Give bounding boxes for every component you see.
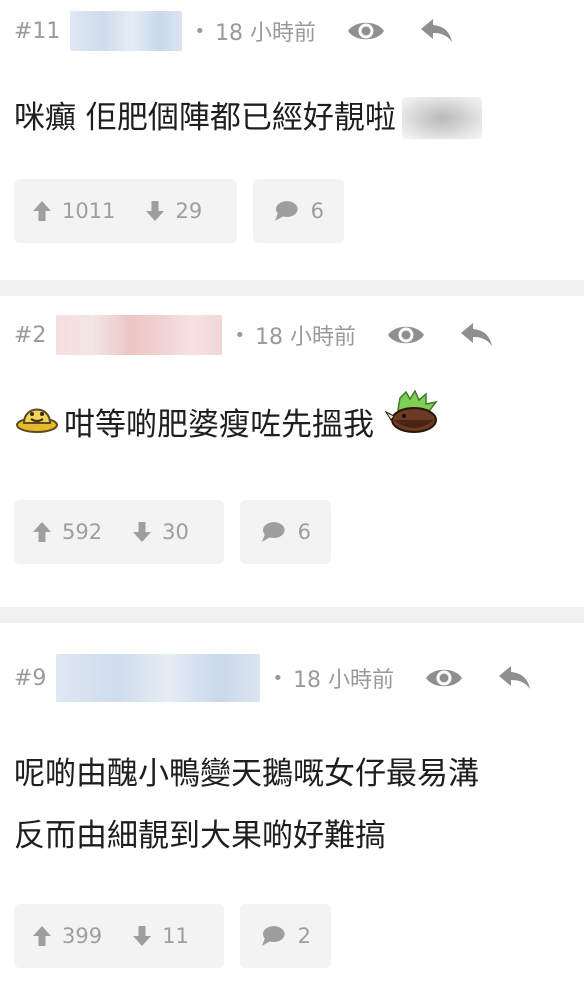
comment-time: 18 小時前 [215, 21, 317, 46]
thumbs-up-arrow-icon [33, 201, 51, 221]
separator-dot: • [272, 667, 284, 689]
comment-card: #11 • 18 小時前 咪癲 佢肥個陣都已經好靚啦 1011 29 6 [0, 0, 584, 280]
smiley-emoji-icon [14, 395, 60, 454]
thumbs-down-arrow-icon [146, 201, 165, 221]
reply-icon[interactable] [420, 18, 454, 44]
comment-line: 咪癲 佢肥個陣都已經好靚啦 [14, 89, 570, 147]
reply-count-button[interactable]: 2 [240, 904, 331, 968]
comment-body: 咪癲 佢肥個陣都已經好靚啦 [14, 89, 570, 147]
thumbs-down-arrow-icon [133, 926, 152, 946]
comment-number[interactable]: #9 [14, 666, 46, 691]
comment-bubble-icon [274, 201, 298, 221]
post-separator [0, 607, 584, 623]
blurred-username[interactable] [70, 11, 183, 51]
comment-body: 呢啲由醜小鴨變天鵝嘅女仔最易溝 反而由細靚到大果啲好難搞 [14, 743, 570, 867]
blurred-username[interactable] [56, 315, 223, 355]
downvote-count: 11 [162, 924, 189, 948]
upvote-button[interactable]: 399 [32, 924, 102, 948]
comment-time: 18 小時前 [255, 325, 357, 350]
reply-icon[interactable] [498, 665, 532, 691]
separator-dot: • [194, 20, 206, 42]
reply-icon[interactable] [460, 322, 494, 348]
comment-actions: 592 30 6 [14, 500, 570, 564]
vote-group: 592 30 [14, 500, 224, 564]
comment-meta: #9 • 18 小時前 [14, 623, 570, 733]
reply-count: 6 [297, 520, 311, 544]
eye-icon[interactable] [386, 322, 426, 348]
comment-time: 18 小時前 [293, 668, 395, 693]
comment-card: #2 • 18 小時前 咁等啲肥婆瘦咗先搵我 592 30 6 [0, 296, 584, 607]
blurred-username[interactable] [56, 654, 261, 702]
comment-bubble-icon [261, 522, 285, 542]
vote-group: 1011 29 [14, 179, 237, 243]
downvote-button[interactable]: 29 [145, 199, 202, 223]
downvote-button[interactable]: 30 [132, 520, 189, 544]
comment-line: 呢啲由醜小鴨變天鵝嘅女仔最易溝 [14, 756, 479, 792]
turtle-emoji-icon [382, 389, 440, 459]
upvote-count: 1011 [62, 199, 116, 223]
comment-actions: 1011 29 6 [14, 179, 570, 243]
eye-icon[interactable] [346, 18, 386, 44]
thumbs-up-arrow-icon [33, 926, 51, 946]
separator-dot: • [234, 324, 246, 346]
reply-count: 2 [297, 924, 311, 948]
reply-count-button[interactable]: 6 [253, 179, 344, 243]
upvote-button[interactable]: 592 [32, 520, 102, 544]
vote-group: 399 11 [14, 904, 224, 968]
comment-body: 咁等啲肥婆瘦咗先搵我 [14, 389, 570, 459]
comment-line: 反而由細靚到大果啲好難搞 [14, 818, 386, 854]
downvote-count: 30 [162, 520, 189, 544]
reply-count-button[interactable]: 6 [240, 500, 331, 564]
upvote-count: 592 [62, 520, 103, 544]
comment-meta: #2 • 18 小時前 [14, 296, 570, 374]
downvote-count: 29 [175, 199, 203, 223]
blurred-emoji [401, 97, 482, 139]
comment-bubble-icon [261, 926, 285, 946]
post-separator [0, 280, 584, 296]
comment-number[interactable]: #11 [14, 19, 60, 44]
comment-actions: 399 11 2 [14, 904, 570, 968]
upvote-count: 399 [62, 924, 103, 948]
comment-number[interactable]: #2 [14, 323, 46, 348]
comment-card: #9 • 18 小時前 呢啲由醜小鴨變天鵝嘅女仔最易溝 反而由細靚到大果啲好難搞… [0, 623, 584, 992]
comment-meta: #11 • 18 小時前 [14, 0, 570, 62]
thumbs-up-arrow-icon [33, 522, 51, 542]
downvote-button[interactable]: 11 [132, 924, 189, 948]
comment-line: 咁等啲肥婆瘦咗先搵我 [14, 389, 570, 459]
reply-count: 6 [310, 199, 324, 223]
thumbs-down-arrow-icon [133, 522, 152, 542]
eye-icon[interactable] [424, 665, 464, 691]
upvote-button[interactable]: 1011 [32, 199, 115, 223]
